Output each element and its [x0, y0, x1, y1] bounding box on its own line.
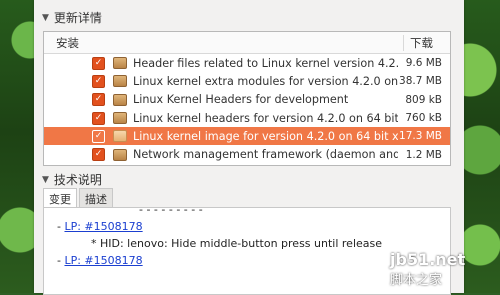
- package-size: 1.2 MB: [405, 148, 442, 161]
- package-icon: [113, 112, 127, 125]
- package-icon: [113, 57, 127, 70]
- tab-changes[interactable]: 变更: [43, 188, 77, 209]
- package-list-header: 安装 下载: [44, 32, 450, 54]
- expand-arrow-icon[interactable]: ▼: [42, 175, 49, 185]
- checkbox-icon[interactable]: ✓: [92, 148, 105, 162]
- package-size: 760 kB: [405, 112, 442, 125]
- checkbox-icon[interactable]: ✓: [92, 56, 105, 70]
- changelog-line: - LP: #1508178: [57, 220, 143, 233]
- expand-arrow-icon[interactable]: ▼: [42, 13, 49, 23]
- changelog-line: - LP: #1508178: [57, 254, 143, 267]
- watermark-site: jb51.net: [390, 250, 466, 269]
- package-name: Header files related to Linux kernel ver…: [133, 56, 398, 70]
- package-name: Linux kernel extra modules for version 4…: [133, 74, 398, 88]
- package-icon: [113, 130, 127, 143]
- package-row[interactable]: ✓ Linux kernel headers for version 4.2.0 …: [44, 109, 450, 127]
- package-row[interactable]: ✓ Linux kernel image for version 4.2.0 on…: [44, 127, 450, 146]
- clipped-text: - - - - - - - - -: [139, 208, 217, 212]
- package-row[interactable]: ✓ Linux Kernel Headers for development 809…: [44, 91, 450, 109]
- details-section-label: 更新详情: [53, 11, 102, 25]
- checkbox-icon[interactable]: ✓: [92, 93, 105, 107]
- bug-link[interactable]: LP: #1508178: [64, 254, 142, 267]
- install-column-header[interactable]: 安装: [44, 35, 403, 51]
- package-size: 38.7 MB: [399, 75, 442, 88]
- checkbox-icon[interactable]: ✓: [92, 129, 105, 143]
- package-name: Linux Kernel Headers for development: [133, 93, 349, 107]
- watermark: jb51.net 脚本之家: [390, 250, 465, 288]
- package-name: Network management framework (daemon and…: [133, 148, 398, 162]
- package-size: 9.6 MB: [405, 57, 442, 70]
- tech-tabs: 变更 描述: [43, 188, 113, 209]
- tab-description[interactable]: 描述: [79, 188, 113, 209]
- tech-section-label: 技术说明: [53, 173, 102, 187]
- package-row[interactable]: ✓ Network management framework (daemon an…: [44, 145, 450, 163]
- package-row[interactable]: ✓Network management framework (GLib shar…: [44, 164, 450, 165]
- package-icon: [113, 93, 127, 106]
- watermark-name: 脚本之家: [390, 273, 443, 288]
- package-name: Linux kernel image for version 4.2.0 on …: [133, 129, 398, 143]
- package-icon: [113, 148, 127, 161]
- checkbox-icon[interactable]: ✓: [92, 111, 105, 125]
- package-icon: [113, 75, 127, 88]
- package-name: Linux kernel headers for version 4.2.0 o…: [133, 111, 398, 125]
- bug-link[interactable]: LP: #1508178: [64, 220, 142, 233]
- package-size: 17.3 MB: [399, 130, 442, 143]
- size-column-header[interactable]: 下载: [403, 34, 450, 51]
- tech-section-header[interactable]: ▼ 技术说明: [42, 171, 102, 188]
- checkbox-icon[interactable]: ✓: [92, 74, 105, 88]
- details-section-header[interactable]: ▼ 更新详情: [42, 9, 102, 26]
- changelog-line: * HID: lenovo: Hide middle-button press …: [91, 237, 383, 250]
- package-list: 安装 下载 ✓ Header files related to Linux ker…: [43, 31, 451, 166]
- package-row[interactable]: ✓ Header files related to Linux kernel ve…: [44, 54, 450, 72]
- package-size: 809 kB: [405, 93, 442, 106]
- package-row[interactable]: ✓ Linux kernel extra modules for version …: [44, 72, 450, 90]
